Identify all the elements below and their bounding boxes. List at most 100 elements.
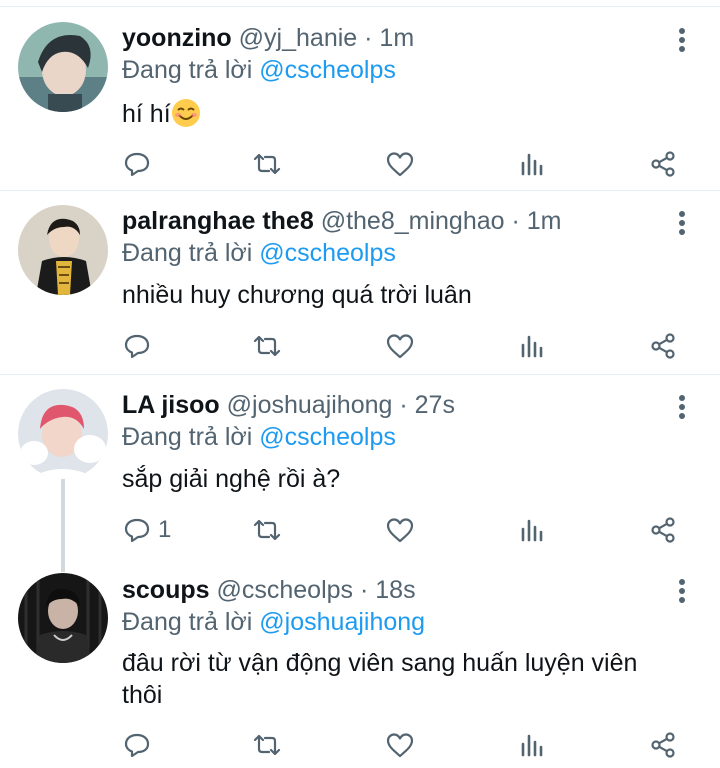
- tweet-header: palranghae the8 @the8_minghao · 1m: [122, 205, 660, 237]
- share-icon: [651, 333, 675, 359]
- display-name[interactable]: LA jisoo: [122, 391, 220, 419]
- handle[interactable]: @the8_minghao: [321, 207, 505, 235]
- mention-link[interactable]: @cscheolps: [259, 56, 396, 84]
- retweet-button[interactable]: [252, 729, 282, 761]
- share-button[interactable]: [648, 514, 678, 546]
- handle[interactable]: @cscheolps: [216, 576, 353, 604]
- retweet-icon: [253, 519, 281, 541]
- tweet-actions: [122, 729, 682, 761]
- reply-prefix: Đang trả lời: [122, 423, 253, 451]
- retweet-icon: [253, 335, 281, 357]
- tweet-palranghae[interactable]: palranghae the8 @the8_minghao · 1m Đang …: [0, 191, 720, 374]
- replying-to: Đang trả lời @cscheolps: [122, 54, 396, 86]
- like-button[interactable]: [385, 514, 415, 546]
- more-vertical-icon[interactable]: [676, 579, 688, 605]
- reply-icon: [124, 334, 150, 359]
- separator: ·: [360, 576, 369, 604]
- avatar-image: [18, 205, 108, 295]
- views-button[interactable]: [517, 330, 547, 362]
- tweet-scoups[interactable]: scoups @cscheolps · 18s Đang trả lời @jo…: [0, 571, 720, 768]
- avatar[interactable]: [18, 573, 108, 663]
- more-vertical-icon[interactable]: [676, 395, 688, 421]
- more-vertical-icon[interactable]: [676, 28, 688, 54]
- avatar-image: [18, 22, 108, 112]
- tweet-la-jisoo[interactable]: LA jisoo @joshuajihong · 27s Đang trả lờ…: [0, 375, 720, 571]
- avatar-image: [18, 389, 108, 479]
- replying-to: Đang trả lời @cscheolps: [122, 421, 396, 453]
- tweet-text-content: hí hí: [122, 100, 171, 128]
- more-vertical-icon[interactable]: [676, 211, 688, 237]
- tweet-text-line-2: thôi: [122, 681, 163, 709]
- reply-icon: [124, 733, 150, 758]
- mention-link[interactable]: @cscheolps: [259, 423, 396, 451]
- smiling-face-emoji-icon: [171, 99, 200, 127]
- reply-button[interactable]: [122, 148, 158, 180]
- avatar-image: [18, 573, 108, 663]
- views-icon: [521, 519, 543, 542]
- tweet-text: sắp giải nghệ rồi à?: [122, 465, 341, 493]
- handle[interactable]: @yj_hanie: [239, 24, 358, 52]
- retweet-button[interactable]: [252, 330, 282, 362]
- like-icon: [386, 733, 414, 758]
- views-icon: [521, 335, 543, 358]
- tweet-yoonzino[interactable]: yoonzino @yj_hanie · 1m Đang trả lời @cs…: [0, 0, 720, 190]
- like-icon: [386, 334, 414, 359]
- reply-button[interactable]: 1: [122, 514, 171, 546]
- like-button[interactable]: [385, 148, 415, 180]
- reply-count: 1: [158, 516, 172, 543]
- tweet-text: hí hí: [122, 98, 680, 130]
- tweet-actions: [122, 330, 682, 362]
- reply-button[interactable]: [122, 330, 158, 362]
- timestamp[interactable]: 1m: [379, 24, 414, 52]
- reply-button[interactable]: [122, 729, 158, 761]
- like-button[interactable]: [385, 330, 415, 362]
- timestamp[interactable]: 18s: [375, 576, 415, 604]
- retweet-icon: [253, 153, 281, 175]
- tweet-text: nhiều huy chương quá trời luân: [122, 281, 472, 309]
- display-name[interactable]: scoups: [122, 576, 210, 604]
- share-button[interactable]: [648, 148, 678, 180]
- share-icon: [651, 517, 675, 543]
- avatar[interactable]: [18, 205, 108, 295]
- timestamp[interactable]: 1m: [527, 207, 562, 235]
- handle[interactable]: @joshuajihong: [227, 391, 393, 419]
- share-icon: [651, 151, 675, 177]
- tweet-text-line-1: đâu rời từ vận động viên sang huấn luyện…: [122, 649, 638, 677]
- tweet-actions: [122, 148, 682, 180]
- tweet-text: đâu rời từ vận động viên sang huấn luyện…: [122, 647, 680, 711]
- display-name[interactable]: yoonzino: [122, 24, 232, 52]
- reply-prefix: Đang trả lời: [122, 56, 253, 84]
- views-icon: [521, 734, 543, 757]
- avatar[interactable]: [18, 389, 108, 479]
- views-button[interactable]: [517, 514, 547, 546]
- separator: ·: [364, 24, 373, 52]
- separator: ·: [511, 207, 520, 235]
- retweet-button[interactable]: [252, 148, 282, 180]
- display-name[interactable]: palranghae the8: [122, 207, 314, 235]
- avatar[interactable]: [18, 22, 108, 112]
- tweet-actions: 1: [122, 514, 682, 546]
- views-button[interactable]: [517, 148, 547, 180]
- share-icon: [651, 732, 675, 758]
- retweet-button[interactable]: [252, 514, 282, 546]
- views-icon: [521, 153, 543, 176]
- reply-icon: [124, 518, 150, 543]
- tweet-header: scoups @cscheolps · 18s: [122, 574, 660, 606]
- timestamp[interactable]: 27s: [415, 391, 455, 419]
- mention-link[interactable]: @joshuajihong: [259, 608, 425, 636]
- share-button[interactable]: [648, 330, 678, 362]
- reply-prefix: Đang trả lời: [122, 239, 253, 267]
- like-icon: [386, 152, 414, 177]
- replying-to: Đang trả lời @joshuajihong: [122, 606, 425, 638]
- separator: ·: [399, 391, 408, 419]
- share-button[interactable]: [648, 729, 678, 761]
- tweet-header: yoonzino @yj_hanie · 1m: [122, 22, 660, 54]
- mention-link[interactable]: @cscheolps: [259, 239, 396, 267]
- reply-icon: [124, 152, 150, 177]
- retweet-icon: [253, 734, 281, 756]
- views-button[interactable]: [517, 729, 547, 761]
- tweet-header: LA jisoo @joshuajihong · 27s: [122, 389, 660, 421]
- like-icon: [386, 518, 414, 543]
- like-button[interactable]: [385, 729, 415, 761]
- reply-prefix: Đang trả lời: [122, 608, 253, 636]
